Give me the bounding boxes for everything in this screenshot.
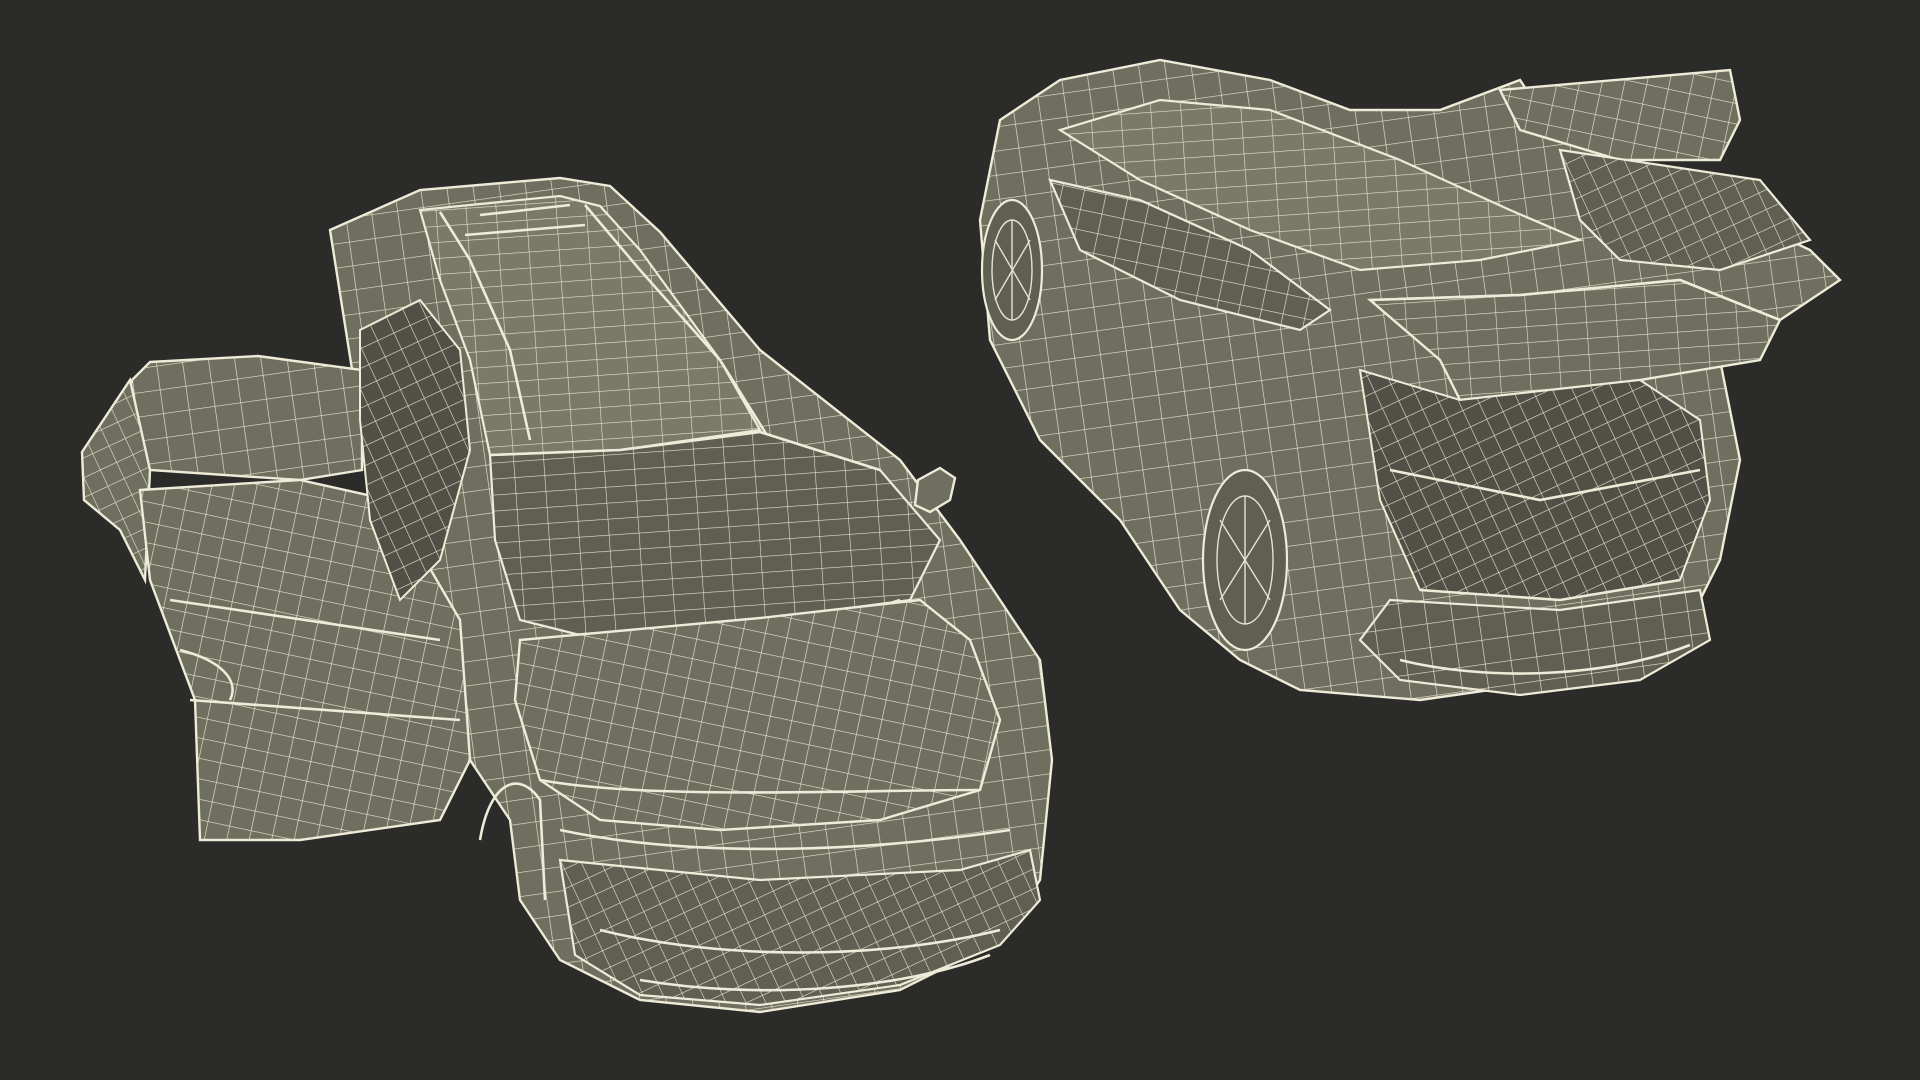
side-mirror [913, 466, 957, 514]
car-model-rear-tailgate-open [978, 58, 1842, 702]
wireframe-render [80, 58, 1842, 1014]
viewport [0, 0, 1920, 1080]
car-model-front-doors-open [80, 176, 1054, 1014]
